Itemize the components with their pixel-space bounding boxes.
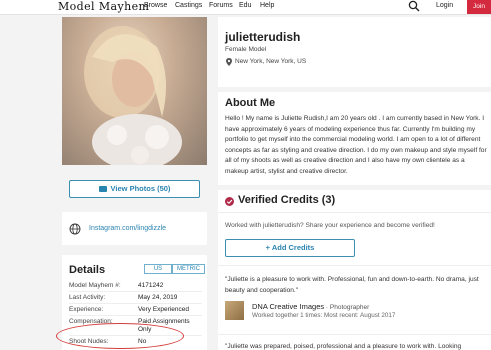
- unit-us-button[interactable]: US: [144, 264, 172, 274]
- detail-label: Experience:: [69, 306, 104, 313]
- profile-header-card: julietterudish Female Model New York, Ne…: [218, 17, 491, 87]
- about-card: About Me Hello ! My name is Juliette Rud…: [218, 92, 491, 185]
- divider: [69, 303, 202, 304]
- profile-name: julietterudish: [225, 30, 301, 44]
- credit-meta: Worked together 1 times: Most recent: Au…: [252, 312, 396, 319]
- divider: [69, 315, 202, 316]
- profile-page: Model Mayhem Browse Castings Forums Edu …: [0, 0, 491, 350]
- detail-value: May 24, 2019: [138, 294, 178, 301]
- image-icon: [98, 186, 107, 192]
- join-button[interactable]: Join: [467, 0, 491, 14]
- nav-edu[interactable]: Edu: [239, 2, 251, 9]
- about-text: Hello ! My name is Juliette Rudish,I am …: [225, 115, 487, 175]
- credits-card: Verified Credits (3) Worked with juliett…: [218, 190, 491, 350]
- profile-location: New York, New York, US: [235, 58, 307, 65]
- divider: [218, 334, 491, 335]
- unit-metric-button[interactable]: METRIC: [172, 264, 205, 274]
- about-title: About Me: [225, 97, 276, 109]
- profile-photo[interactable]: [62, 17, 207, 165]
- nav-castings[interactable]: Castings: [175, 2, 202, 9]
- credits-title: Verified Credits (3): [238, 194, 336, 206]
- site-logo[interactable]: Model Mayhem: [58, 0, 149, 13]
- unit-toggle: US METRIC: [144, 264, 205, 274]
- profile-role: Female Model: [225, 46, 267, 53]
- credits-prompt: Worked with julietterudish? Share your e…: [225, 222, 435, 229]
- credits-header: Verified Credits (3): [218, 190, 491, 213]
- detail-value: 4171242: [138, 282, 164, 289]
- globe-icon: [69, 223, 81, 235]
- credit-photographer: DNA Creative Images · Photographer: [252, 302, 369, 311]
- top-nav: Model Mayhem Browse Castings Forums Edu …: [0, 0, 491, 15]
- view-photos-label: View Photos (50): [110, 184, 171, 193]
- credit-photographer-name[interactable]: DNA Creative Images: [252, 302, 324, 311]
- verified-check-icon: [225, 197, 234, 206]
- links-card: Instagram.com/lingdizzle: [62, 212, 207, 245]
- credit-photographer-role: · Photographer: [324, 304, 370, 311]
- location-pin-icon: [226, 58, 232, 66]
- credit-quote: "Juliette was prepared, poised, professi…: [225, 343, 462, 350]
- search-icon[interactable]: [408, 0, 420, 12]
- add-credits-button[interactable]: + Add Credits: [225, 239, 355, 257]
- divider: [69, 291, 202, 292]
- details-title: Details: [69, 264, 106, 276]
- login-link[interactable]: Login: [436, 2, 453, 9]
- credit-avatar[interactable]: [225, 301, 244, 320]
- profile-photo-image: [84, 26, 182, 165]
- detail-label: Model Mayhem #:: [69, 282, 121, 289]
- nav-forums[interactable]: Forums: [209, 2, 233, 9]
- view-photos-button[interactable]: View Photos (50): [69, 180, 200, 198]
- nav-browse[interactable]: Browse: [144, 2, 167, 9]
- instagram-link[interactable]: Instagram.com/lingdizzle: [89, 225, 166, 232]
- highlight-circle: [56, 323, 184, 349]
- detail-label: Last Activity:: [69, 294, 106, 301]
- divider: [218, 265, 491, 266]
- nav-help[interactable]: Help: [260, 2, 274, 9]
- detail-value: Very Experienced: [138, 306, 189, 313]
- credit-quote: "Juliette is a pleasure to work with. Pr…: [225, 276, 479, 294]
